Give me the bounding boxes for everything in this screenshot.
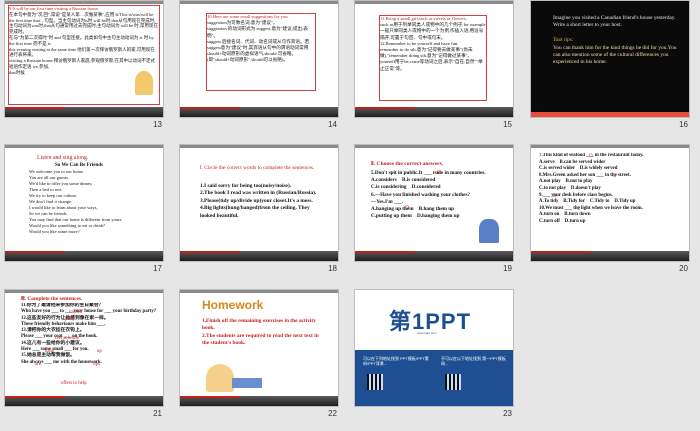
slide-16-subtitle: Task tips: <box>553 37 574 43</box>
slide-thumbnail-16[interactable]: Imagine you visited a Canadian friend's … <box>530 0 690 129</box>
slide-15-title: 11.Bring a small gift,such as sweets or … <box>380 16 467 21</box>
slide-22-number: 22 <box>328 409 337 418</box>
qr-code-icon <box>445 374 461 390</box>
ppt-logo-url: www.1ppt.com <box>417 331 437 335</box>
slide-thumbnail-17[interactable]: Listen and sing along. So We Can Be Frie… <box>4 144 164 273</box>
slide-22-canvas: Homework 1.Finish off the remaining exer… <box>179 289 339 407</box>
slide-13-canvas: 9.It will be our first time visiting a R… <box>4 0 164 118</box>
slide-16-number: 16 <box>679 120 688 129</box>
slide-thumbnail-13[interactable]: 9.It will be our first time visiting a R… <box>4 0 164 129</box>
slide-thumbnail-14[interactable]: 10.Here are some small suggestions for y… <box>179 0 339 129</box>
slide-13-title: 9.It will be our first time visiting a R… <box>9 6 100 11</box>
slide-21-answer-party: party <box>65 317 75 322</box>
slide-19-answer-6: D <box>405 205 410 211</box>
cartoon-girl-icon <box>135 71 153 95</box>
slide-18-canvas: Ⅰ. Circle the correct words to complete … <box>179 144 339 262</box>
qr-code-icon <box>367 374 383 390</box>
slide-20-body: 7.This kind of seafood ___ in the restau… <box>539 153 644 224</box>
slide-19-answer-5: B <box>437 170 441 176</box>
slide-15-body: such as用于列举同类人或物中的几个例子,for example一般只举同类… <box>380 22 486 71</box>
slide-18-body: 1.I said sorry for being too(noisy/noise… <box>200 183 317 219</box>
slide-16-canvas: Imagine you visited a Canadian friend's … <box>530 0 690 118</box>
slide-20-number: 20 <box>679 264 688 273</box>
slide-15-canvas: 11.Bring a small gift,such as sweets or … <box>354 0 514 118</box>
slide-17-subtitle: So We Can Be Friends <box>55 163 103 168</box>
slide-19-number: 19 <box>503 264 512 273</box>
slide-14-textbox: 10.Here are some small suggestions for y… <box>206 13 316 91</box>
slide-21-answer-are: are <box>35 362 41 367</box>
slide-19-title: Ⅱ. Choose the correct answers. <box>371 161 444 167</box>
slide-thumbnail-23[interactable]: 第1PPT www.1ppt.com 可以在下列地址找到 PPT模板/PPT素材… <box>354 289 514 418</box>
slide-14-number: 14 <box>328 120 337 129</box>
slide-19-canvas: Ⅱ. Choose the correct answers. 5.Don't s… <box>354 144 514 262</box>
slide-15-textbox: 11.Bring a small gift,such as sweets or … <box>379 15 487 101</box>
slide-18-number: 18 <box>328 264 337 273</box>
slide-23-number: 23 <box>503 409 512 418</box>
slide-22-body: 1.Finish off the remaining exercises in … <box>202 318 319 347</box>
slide-22-title: Homework <box>202 298 264 312</box>
cartoon-boy-icon <box>479 219 499 243</box>
slide-21-canvas: Ⅲ. Complete the sentences. 11.你为了邀请他来参加你… <box>4 289 164 407</box>
band-right-text: 不可以在以下地址找到 第一PPT模板网... <box>441 356 506 366</box>
slide-21-answer-offers-to-help: offers to help <box>61 381 87 386</box>
slide-14-body: suggestion为可数名词,意为"建议"。 suggestion 的动词形式… <box>207 20 310 63</box>
slide-21-answer-feel-at-home: feel at home <box>55 336 79 341</box>
slide-21-answer-hang: hang <box>45 349 55 354</box>
slide-21-answer-up: up <box>97 349 102 354</box>
slide-23-canvas: 第1PPT www.1ppt.com 可以在下列地址找到 PPT模板/PPT素材… <box>354 289 514 407</box>
slide-20-answer-8: B <box>613 174 617 179</box>
slide-20-answer-10: C <box>577 207 581 212</box>
slide-21-number: 21 <box>153 409 162 418</box>
slide-thumbnail-22[interactable]: Homework 1.Finish off the remaining exer… <box>179 289 339 418</box>
slide-16-body: You can thank him for the kind things he… <box>553 45 678 65</box>
slide-thumbnail-21[interactable]: Ⅲ. Complete the sentences. 11.你为了邀请他来参加你… <box>4 289 164 418</box>
slide-20-answer-7: D <box>589 154 593 159</box>
slide-thumbnail-20[interactable]: 7.This kind of seafood ___ in the restau… <box>530 144 690 273</box>
slide-17-canvas: Listen and sing along. So We Can Be Frie… <box>4 144 164 262</box>
slide-13-body: 在本句中意为"次,回",常说"是某人第…次做某事",应用 It/This is/… <box>9 11 158 75</box>
cartoon-student-icon <box>206 364 234 392</box>
slide-20-answer-9: D <box>553 194 557 199</box>
slide-14-canvas: 10.Here are some small suggestions for y… <box>179 0 339 118</box>
slide-sorter-grid: 9.It will be our first time visiting a R… <box>0 0 700 431</box>
slide-21-answer-invited: invited <box>69 310 83 315</box>
slide-18-title: Ⅰ. Circle the correct words to complete … <box>200 165 315 171</box>
slide-20-canvas: 7.This kind of seafood ___ in the restau… <box>530 144 690 262</box>
slide-21-answer-tips: tips <box>93 362 100 367</box>
slide-17-number: 17 <box>153 264 162 273</box>
slide-15-number: 15 <box>503 120 512 129</box>
slide-13-number: 13 <box>153 120 162 129</box>
slide-thumbnail-18[interactable]: Ⅰ. Circle the correct words to complete … <box>179 144 339 273</box>
slide-17-body: We welcome you to our home. You are all … <box>29 169 123 234</box>
slide-16-title: Imagine you visited a Canadian friend's … <box>553 15 677 28</box>
slide-thumbnail-19[interactable]: Ⅱ. Choose the correct answers. 5.Don't s… <box>354 144 514 273</box>
slide-14-title: 10.Here are some small suggestions for y… <box>207 14 289 19</box>
slide-thumbnail-15[interactable]: 11.Bring a small gift,such as sweets or … <box>354 0 514 129</box>
band-left-text: 可以在下列地址找到 PPT模板/PPT素材/PPT背景... <box>363 356 429 366</box>
books-icon <box>232 378 262 388</box>
